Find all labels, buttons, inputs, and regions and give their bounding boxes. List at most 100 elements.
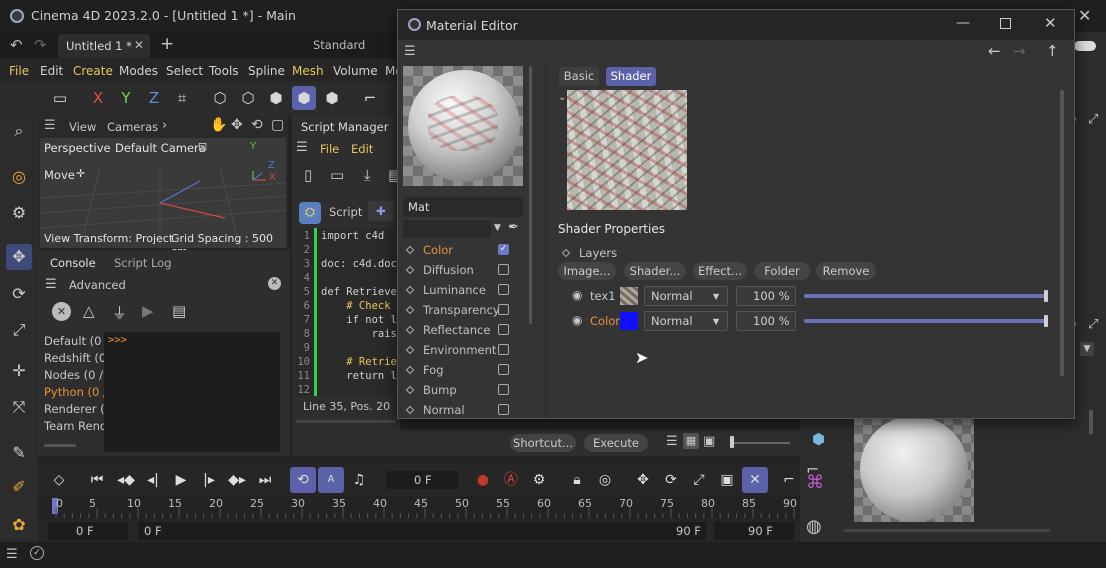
- execute-button[interactable]: Execute: [584, 434, 648, 452]
- redo-icon[interactable]: ↷: [34, 36, 47, 54]
- icon-size-slider[interactable]: [730, 442, 790, 444]
- layer-opacity-field[interactable]: 100 %: [736, 311, 796, 331]
- viewport-perspective-label[interactable]: Perspective: [44, 141, 111, 155]
- close-icon[interactable]: ✕: [1078, 6, 1091, 25]
- expand-icon[interactable]: ⤢: [1088, 112, 1098, 127]
- script-scrollbar[interactable]: [296, 420, 396, 423]
- console-source-item[interactable]: Default (0 /: [44, 334, 109, 348]
- channel-fog[interactable]: Fog: [405, 363, 444, 377]
- go-to-start-icon[interactable]: ⏮: [84, 467, 110, 493]
- maximize-icon[interactable]: [1000, 18, 1011, 29]
- channel-checkbox[interactable]: [498, 284, 509, 295]
- menu-file[interactable]: File: [9, 64, 29, 78]
- start-frame-field[interactable]: 0 F: [48, 522, 128, 540]
- script-menu-edit[interactable]: Edit: [351, 142, 373, 156]
- tab-script-log[interactable]: Script Log: [114, 256, 172, 270]
- visibility-eye-icon[interactable]: ◉: [572, 313, 582, 327]
- channel-color[interactable]: Color: [405, 243, 453, 257]
- attribute-scrollbar[interactable]: [1060, 90, 1064, 376]
- channel-checkbox[interactable]: [498, 324, 509, 335]
- viewport-camera-label[interactable]: Default Camera: [115, 141, 206, 155]
- preview-range-slider[interactable]: 0 F 90 F: [138, 522, 706, 540]
- shortcut-button[interactable]: Shortcut...: [510, 434, 576, 452]
- parameter-track-icon[interactable]: ▣: [714, 467, 740, 493]
- status-menu-icon[interactable]: ☰: [6, 547, 18, 562]
- rotation-key-icon[interactable]: ◎: [592, 467, 618, 493]
- z-axis-lock-icon[interactable]: Z: [142, 86, 166, 110]
- dropdown-chevron-icon[interactable]: ▼: [1080, 342, 1094, 356]
- viewport-menu-view[interactable]: View: [69, 120, 96, 134]
- visibility-eye-icon[interactable]: ◉: [572, 288, 582, 302]
- menu-volume[interactable]: Volume: [333, 64, 378, 78]
- polygons-mode-icon[interactable]: ⬢: [264, 86, 288, 110]
- loop-icon[interactable]: ⟲: [290, 467, 316, 493]
- coordinate-system-icon[interactable]: ⌗: [170, 86, 194, 110]
- layer-opacity-field[interactable]: 100 %: [736, 286, 796, 306]
- layer-opacity-slider[interactable]: [804, 319, 1048, 323]
- console-source-item[interactable]: Nodes (0 /: [44, 368, 103, 382]
- y-axis-lock-icon[interactable]: Y: [114, 86, 138, 110]
- layer-blend-mode-select[interactable]: Normal ▼: [644, 286, 728, 306]
- menu-edit[interactable]: Edit: [40, 64, 63, 78]
- move-tool-icon[interactable]: ✥: [6, 244, 32, 270]
- console-output[interactable]: >>>: [104, 332, 280, 452]
- current-frame-field[interactable]: 0 F: [386, 471, 458, 489]
- console-clear-icon[interactable]: ✕: [268, 277, 281, 290]
- cube-object-icon[interactable]: ⬢: [812, 430, 825, 448]
- rotate-view-icon[interactable]: ⟲: [251, 117, 263, 133]
- point-level-animation-icon[interactable]: ✕: [742, 467, 768, 493]
- expand-icon[interactable]: ⤢: [1088, 317, 1098, 332]
- console-source-item-selected[interactable]: Python (0 /: [44, 385, 107, 399]
- code-editor[interactable]: 1 2 3 4 5 6 7 8 9 10 11 12 import c4d do…: [296, 228, 400, 396]
- shader-button[interactable]: Shader...: [624, 262, 686, 280]
- console-plugin-icon[interactable]: ⏚: [112, 302, 127, 323]
- menu-spline[interactable]: Spline: [248, 64, 285, 78]
- list-view-icon[interactable]: ☰: [666, 434, 678, 449]
- paint-icon[interactable]: ✐: [6, 474, 32, 500]
- sculpt-icon[interactable]: ✿: [6, 512, 32, 538]
- search-icon[interactable]: ⌕: [6, 118, 32, 144]
- maximize-view-icon[interactable]: ▢: [271, 117, 284, 133]
- move-view-icon[interactable]: ✥: [231, 117, 243, 133]
- mograph-tool-icon[interactable]: ⌘: [806, 472, 824, 493]
- channel-transparency[interactable]: Transparency: [405, 303, 500, 317]
- scale-track-icon[interactable]: ⤢: [686, 467, 712, 493]
- channel-checkbox[interactable]: ✓: [498, 244, 509, 255]
- sound-icon[interactable]: ♫: [346, 467, 372, 493]
- tab-console[interactable]: Console: [50, 256, 96, 270]
- channel-normal[interactable]: Normal: [405, 403, 465, 417]
- record-icon[interactable]: ●: [470, 467, 496, 493]
- up-arrow-icon[interactable]: ↑: [1046, 42, 1059, 60]
- channel-checkbox[interactable]: [498, 344, 509, 355]
- panel-menu-icon[interactable]: ☰: [44, 118, 56, 133]
- viewport-canvas[interactable]: Perspective Default Camera ⊡ Y Z X Move …: [40, 138, 286, 258]
- console-clear-all-icon[interactable]: ✕: [52, 302, 71, 321]
- tab-basic[interactable]: Basic: [559, 67, 599, 86]
- console-scrollbar[interactable]: [44, 444, 76, 447]
- autokey-icon[interactable]: Ⓐ: [498, 467, 524, 493]
- material-preview-scrollbar[interactable]: [844, 529, 1050, 532]
- previous-frame-icon[interactable]: ◂|: [140, 467, 166, 493]
- more-menu-icon[interactable]: ›: [162, 118, 167, 133]
- layer-opacity-slider-knob[interactable]: [1044, 290, 1048, 302]
- next-frame-icon[interactable]: |▸: [196, 467, 222, 493]
- keyframe-settings-icon[interactable]: ⚙: [526, 467, 552, 493]
- lock-icon[interactable]: 🔒︎: [564, 467, 590, 493]
- viewport-menu-cameras[interactable]: Cameras: [107, 120, 158, 134]
- material-preview-large[interactable]: [403, 66, 523, 186]
- keyframe-icon[interactable]: ◇: [46, 467, 72, 493]
- script-menu-file[interactable]: File: [320, 142, 339, 156]
- material-name-field[interactable]: Mat: [403, 197, 523, 217]
- channel-luminance[interactable]: Luminance: [405, 283, 486, 297]
- channel-reflectance[interactable]: Reflectance: [405, 323, 490, 337]
- save-script-icon[interactable]: ⤓: [364, 166, 371, 184]
- close-icon[interactable]: ✕: [1044, 14, 1057, 32]
- console-filter-label[interactable]: Advanced: [69, 278, 126, 292]
- edges-mode-icon[interactable]: ⬡: [236, 86, 260, 110]
- console-document-icon[interactable]: ▤: [172, 302, 186, 320]
- menu-select[interactable]: Select: [166, 64, 203, 78]
- undo-icon[interactable]: ↶: [10, 36, 23, 54]
- menu-mesh[interactable]: Mesh: [292, 64, 324, 78]
- rotate-tool-icon[interactable]: ⟳: [6, 281, 32, 307]
- right-scrollbar[interactable]: [1089, 410, 1093, 434]
